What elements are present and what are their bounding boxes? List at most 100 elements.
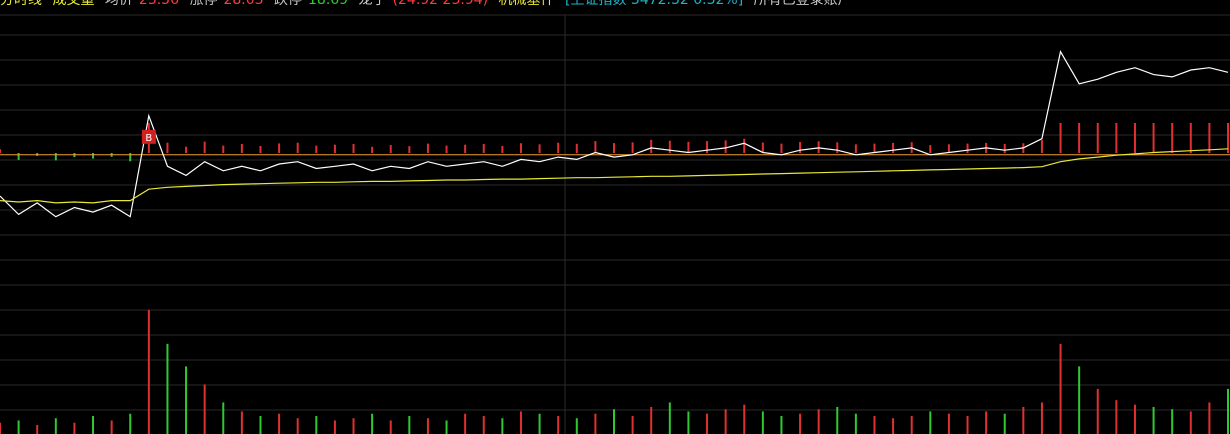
signal-bar [854, 144, 857, 153]
volume-bar [203, 384, 206, 434]
volume-bar [92, 415, 95, 434]
signal-bar [1189, 123, 1192, 153]
chart-canvas[interactable]: B [0, 0, 1230, 434]
signal-bar [1003, 143, 1006, 153]
signal-bar [799, 142, 802, 153]
volume-bar [1227, 388, 1229, 434]
signal-bar [352, 143, 355, 153]
signal-bar [333, 144, 336, 153]
signal-bar [371, 146, 374, 153]
signal-bar [408, 146, 411, 153]
volume-bar [1003, 413, 1006, 434]
volume-bar [1189, 411, 1192, 434]
volume-bar [73, 422, 76, 434]
volume-bar [706, 413, 709, 434]
signal-bar [464, 144, 467, 153]
signal-bar [445, 145, 448, 153]
volume-bar [687, 411, 690, 434]
volume-bar [613, 409, 615, 434]
signal-bar [650, 139, 653, 153]
signal-bar [519, 143, 522, 153]
volume-bar [892, 418, 895, 434]
volume-bar [482, 415, 485, 434]
volume-bar [743, 404, 746, 434]
volume-bar [650, 406, 653, 434]
volume-bar [1059, 343, 1062, 434]
signal-bar [240, 143, 243, 153]
signal-bar [259, 145, 262, 153]
signal-bar [743, 138, 746, 153]
signal-bar [1096, 123, 1099, 153]
signal-bar [315, 145, 318, 153]
signal-bar [296, 142, 299, 153]
volume-bar [966, 415, 969, 434]
volume-bar [1133, 404, 1136, 434]
volume-bar [371, 413, 374, 434]
signal-bar [185, 146, 188, 153]
volume-bar [0, 422, 1, 434]
signal-bars-layer [0, 123, 1229, 162]
volume-bar [985, 411, 988, 434]
grid-layer [0, 14, 1230, 434]
volume-bar [1171, 409, 1174, 434]
signal-bar [501, 145, 504, 153]
volume-bar [445, 420, 448, 434]
volume-bar [929, 411, 932, 434]
volume-bar [333, 420, 336, 434]
volume-bar [594, 413, 597, 434]
volume-bar [1208, 402, 1211, 434]
signal-bar [166, 142, 169, 153]
volume-bar [1096, 388, 1099, 434]
signal-bar [817, 141, 820, 153]
signal-bar [389, 145, 392, 153]
signal-bar [613, 143, 615, 153]
signal-bar [892, 142, 895, 153]
signal-bar [594, 141, 597, 153]
volume-bar [724, 409, 727, 434]
signal-bar [724, 140, 727, 153]
signal-bar [947, 144, 950, 153]
volume-bar [36, 424, 39, 434]
volume-bar [147, 310, 150, 434]
volume-bar [222, 402, 225, 434]
series-lines-layer [0, 50, 1230, 218]
volume-bar [17, 420, 20, 434]
signal-bar [482, 143, 485, 153]
volume-bar [817, 409, 820, 434]
signal-bar [129, 153, 132, 162]
volume-bar [1115, 400, 1118, 434]
signal-bar [761, 142, 764, 153]
signal-bar [631, 142, 634, 153]
signal-bar [1171, 123, 1174, 153]
volume-bar [129, 413, 132, 434]
signal-bar [538, 144, 541, 153]
volume-bar [426, 418, 429, 434]
marker-layer: B [141, 129, 156, 144]
volume-bar [389, 420, 392, 434]
volume-bar [278, 413, 281, 434]
volume-bar [947, 413, 950, 434]
signal-bar [575, 143, 578, 153]
signal-bar [222, 145, 225, 153]
signal-bar [687, 141, 690, 153]
signal-bar [780, 143, 783, 153]
signal-bar [1059, 123, 1062, 153]
volume-bar [519, 411, 522, 434]
signal-bar [92, 153, 95, 159]
signal-bar [1152, 123, 1155, 153]
signal-bar [706, 141, 709, 153]
volume-bar [315, 415, 318, 434]
volume-bar [854, 413, 857, 434]
volume-bar [352, 418, 355, 434]
volume-bar [240, 411, 243, 434]
volume-bar [166, 343, 169, 434]
volume-bar [836, 406, 839, 434]
price-line [0, 50, 1229, 218]
volume-bar [501, 418, 504, 434]
volume-bar [54, 418, 57, 434]
volume-bar [668, 402, 671, 434]
signal-bar [17, 153, 20, 160]
signal-bar [873, 143, 876, 153]
signal-bar [1040, 140, 1043, 153]
signal-bar [1115, 123, 1118, 153]
